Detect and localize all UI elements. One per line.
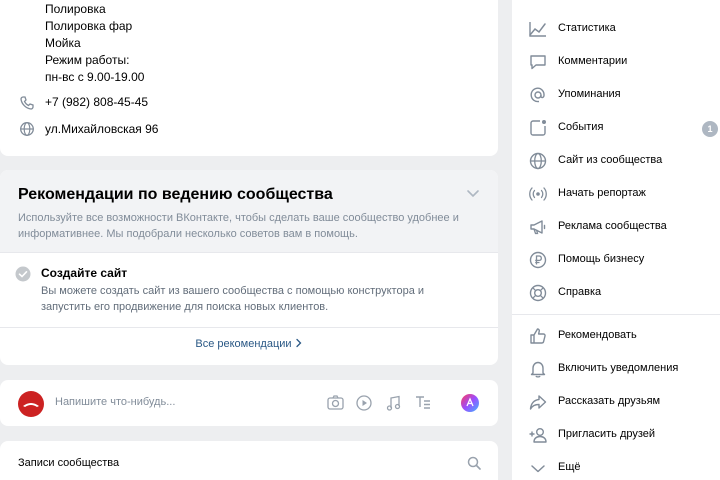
divider [0,252,498,253]
info-line: Мойка [45,36,81,50]
at-icon [528,85,548,105]
menu-item-label: Ещё [558,461,581,473]
megaphone-icon [528,217,548,237]
recommendations-description: Используйте все возможности ВКонтакте, ч… [18,212,459,240]
menu-item-mentions[interactable]: Упоминания [512,79,720,111]
menu-item-label: Начать репортаж [558,187,646,199]
comment-icon [528,52,548,72]
all-recommendations-link[interactable]: Все рекомендации [0,338,498,350]
recommendation-item-description: Вы можете создать сайт из вашего сообщес… [41,285,425,313]
info-line: Режим работы: [45,53,130,67]
phone-icon [19,95,35,111]
search-icon[interactable] [467,456,481,470]
video-icon[interactable] [356,395,372,411]
check-circle-icon[interactable] [15,266,31,282]
menu-item-business-help[interactable]: Помощь бизнесу [512,244,720,276]
menu-item-label: Статистика [558,22,616,34]
share-icon [528,392,548,412]
menu-item-label: Рекомендовать [558,329,637,341]
community-info-card: Полировка Полировка фар Мойка Режим рабо… [0,0,498,156]
menu-item-label: Сайт из сообщества [558,154,663,166]
menu-item-statistics[interactable]: Статистика [512,13,720,45]
address[interactable]: ул.Михайловская 96 [45,121,158,138]
chevron-down-icon [528,458,548,478]
divider [0,327,498,328]
menu-item-site[interactable]: Сайт из сообщества [512,145,720,177]
statistics-icon [528,19,548,39]
menu-item-label: Пригласить друзей [558,428,656,440]
ai-assistant-icon[interactable] [461,394,479,412]
bell-icon [528,359,548,379]
info-line: пн-вс с 9.00-19.00 [45,70,145,84]
globe-icon [528,151,548,171]
menu-item-label: Комментарии [558,55,628,67]
globe-icon [19,121,35,137]
recommendations-card: Рекомендации по ведению сообщества Испол… [0,170,498,365]
menu-item-label: Включить уведомления [558,362,679,374]
all-recommendations-label: Все рекомендации [195,338,292,350]
like-icon [528,326,548,346]
info-line: Полировка [45,2,106,16]
menu-item-label: Помощь бизнесу [558,253,645,265]
events-icon [528,118,548,138]
recommendation-item-title[interactable]: Создайте сайт [41,266,127,280]
menu-item-events[interactable]: События 1 [512,112,720,144]
menu-item-label: Справка [558,286,602,298]
music-icon[interactable] [386,395,401,411]
menu-item-more[interactable]: Ещё [512,452,720,480]
camera-icon[interactable] [327,395,344,410]
add-friend-icon [528,425,548,445]
post-input[interactable]: Напишите что-нибудь... [55,396,175,408]
divider [512,314,720,315]
chevron-down-icon[interactable] [466,188,480,198]
menu-item-label: Реклама сообщества [558,220,667,232]
menu-item-help[interactable]: Справка [512,277,720,309]
article-icon[interactable] [415,395,431,410]
menu-item-broadcast[interactable]: Начать репортаж [512,178,720,210]
avatar [18,391,44,417]
community-posts-card: Записи сообщества [0,441,498,480]
menu-item-share[interactable]: Рассказать друзьям [512,386,720,418]
help-icon [528,283,548,303]
recommendations-title: Рекомендации по ведению сообщества [18,186,333,203]
chevron-right-icon [295,338,303,348]
events-count-badge: 1 [702,121,718,137]
menu-item-notifications[interactable]: Включить уведомления [512,353,720,385]
posts-title: Записи сообщества [18,457,120,469]
menu-item-invite[interactable]: Пригласить друзей [512,419,720,451]
phone-number[interactable]: +7 (982) 808-45-45 [45,94,148,111]
broadcast-icon [528,184,548,204]
info-line: Полировка фар [45,19,133,33]
post-composer[interactable]: Напишите что-нибудь... [0,380,498,426]
ruble-icon [528,250,548,270]
menu-item-recommend[interactable]: Рекомендовать [512,320,720,352]
menu-item-label: Упоминания [558,88,621,100]
menu-item-label: События [558,121,604,133]
community-actions-menu: Статистика Комментарии Упоминания Событи… [512,0,720,480]
menu-item-comments[interactable]: Комментарии [512,46,720,78]
menu-item-ads[interactable]: Реклама сообщества [512,211,720,243]
menu-item-label: Рассказать друзьям [558,395,661,407]
